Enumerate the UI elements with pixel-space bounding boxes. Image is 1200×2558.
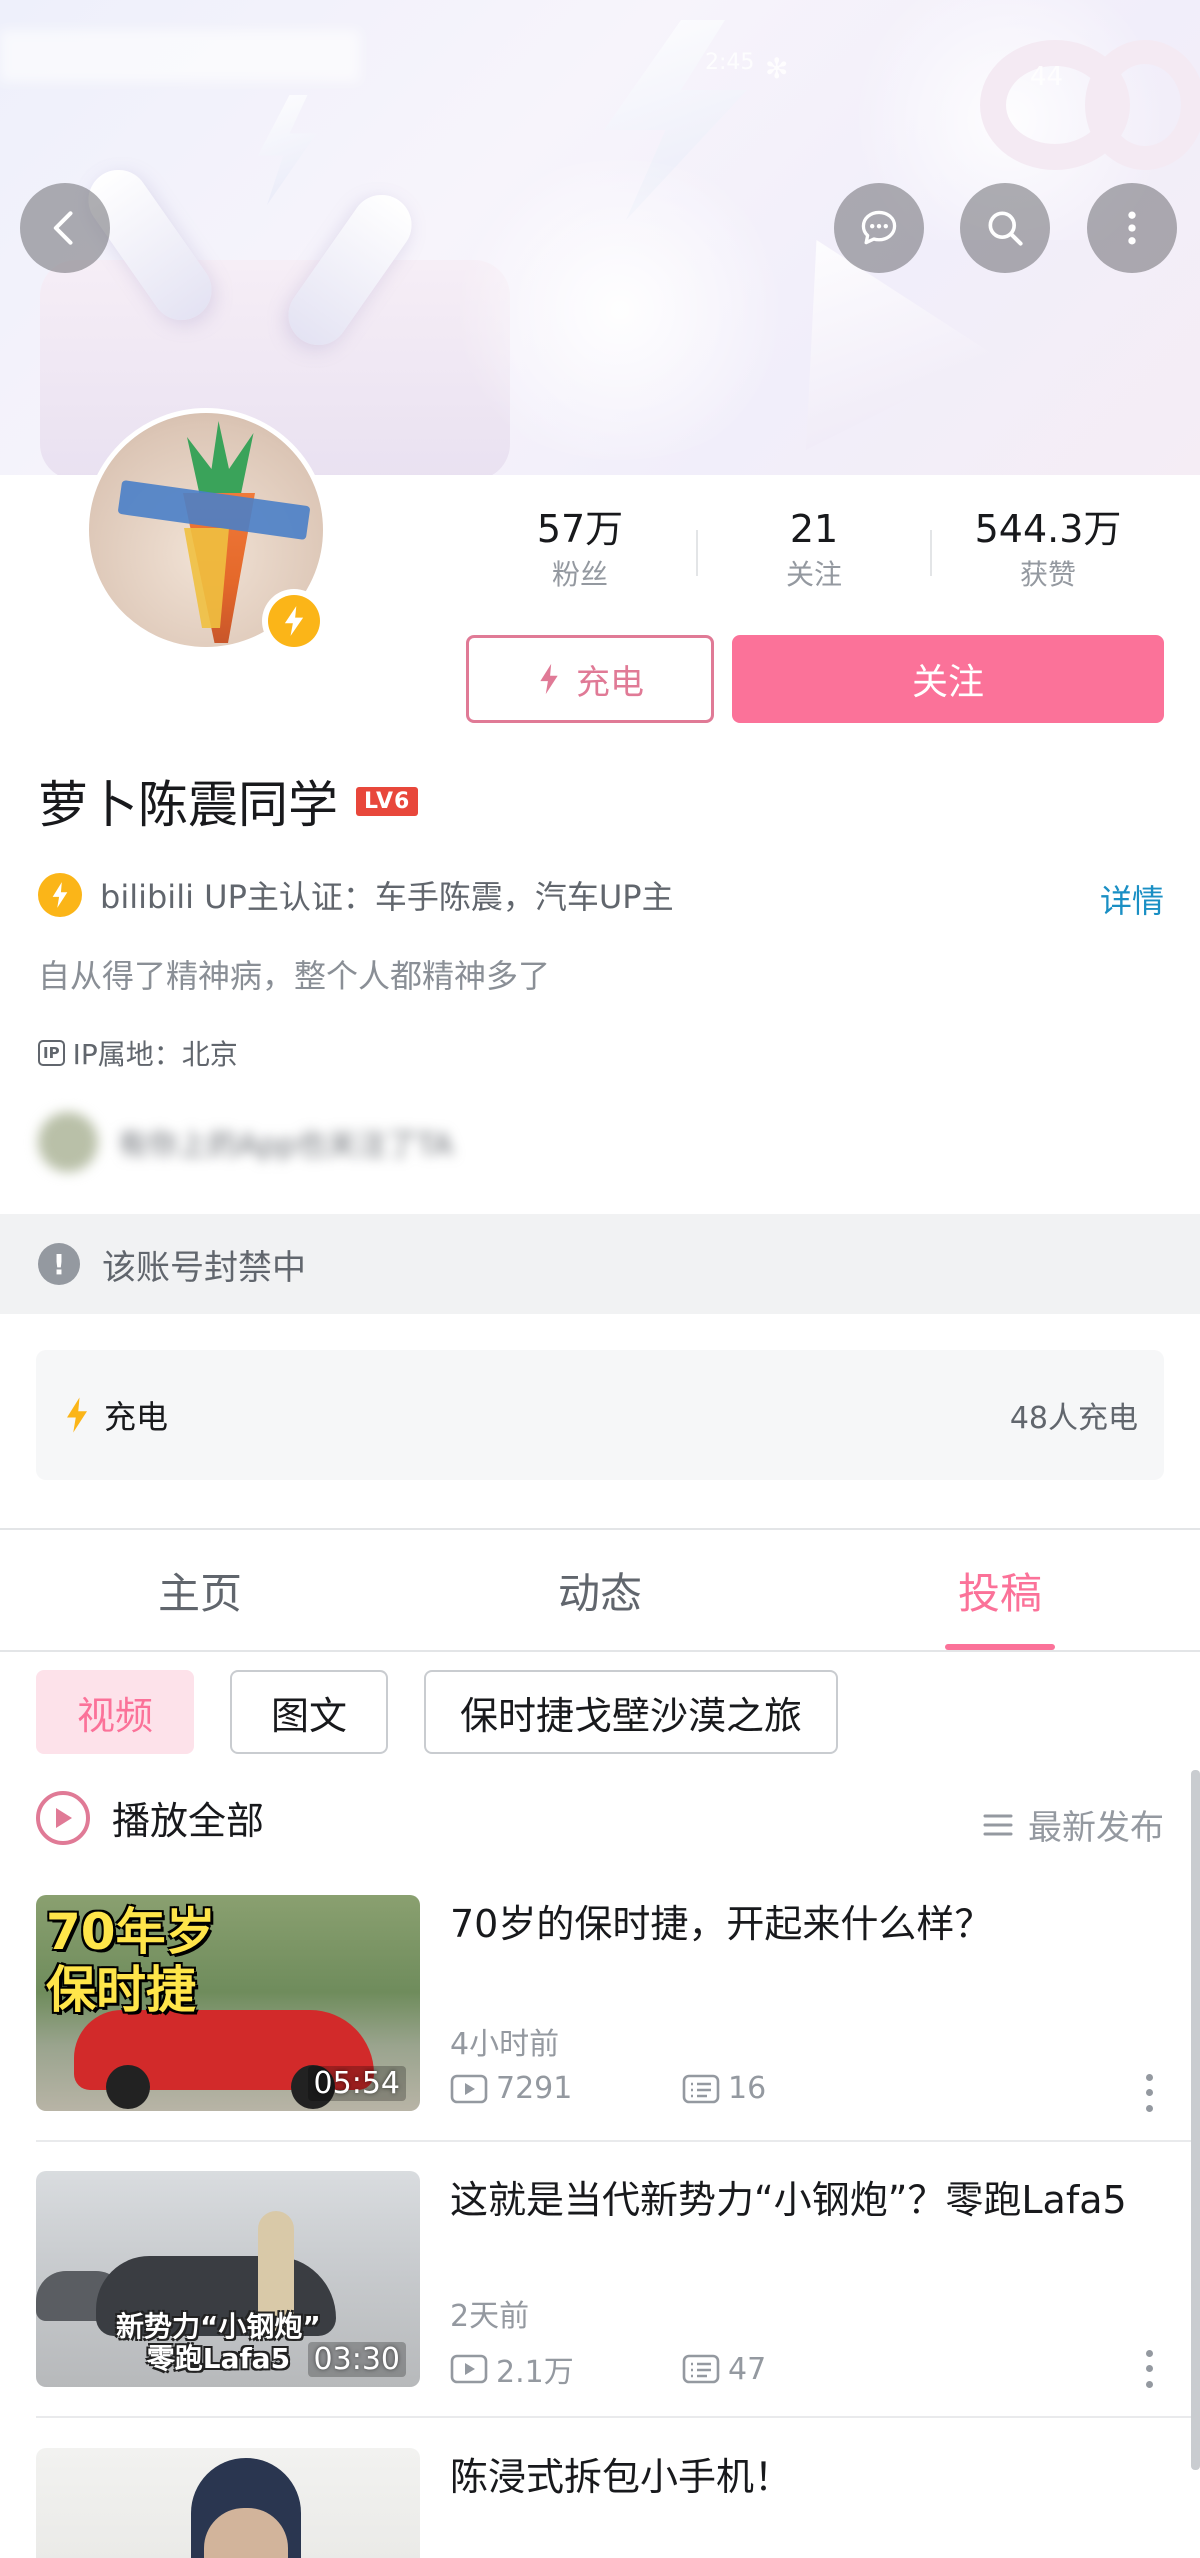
message-icon: [861, 210, 897, 245]
lightning-icon: [67, 1397, 87, 1433]
name-row: 萝卜陈震同学 LV6: [38, 765, 419, 837]
bio-text: 自从得了精神病，整个人都精神多了: [38, 957, 551, 995]
alert-icon: !: [38, 1243, 80, 1285]
play-all-label: 播放全部: [112, 1799, 265, 1843]
video-thumbnail[interactable]: 新势力“小钢炮” 零跑Lafa5 03:30: [36, 2171, 420, 2387]
message-button[interactable]: [834, 183, 924, 273]
more-icon[interactable]: [1134, 2070, 1164, 2116]
mutual-follow-text: 有你上的App也关注了TA: [118, 1128, 454, 1163]
video-stats: 2.1万 47: [450, 2347, 914, 2391]
lightning-icon: [284, 606, 304, 636]
video-title: 陈浸式拆包小手机！: [450, 2455, 793, 2499]
chip-image-text[interactable]: 图文: [230, 1670, 388, 1754]
profile-tabs: 主页 动态 投稿: [0, 1530, 1200, 1650]
verified-icon: [38, 873, 82, 917]
video-time: 2天前: [450, 2299, 530, 2334]
video-title: 这就是当代新势力“小钢炮”？零跑Lafa5: [450, 2178, 1127, 2222]
video-stats: 7291 16: [450, 2071, 914, 2106]
view-count-icon: [450, 2074, 488, 2103]
view-count: 7291: [496, 2071, 573, 2106]
thumbnail-caption: 新势力“小钢炮” 零跑Lafa5: [116, 2310, 321, 2375]
view-count-icon: [450, 2354, 488, 2384]
video-duration: 05:54: [307, 2066, 406, 2101]
charge-button-label: 充电: [576, 662, 644, 703]
stat-following[interactable]: 21 关注: [704, 505, 924, 597]
user-name: 萝卜陈震同学: [38, 776, 338, 834]
chip-collection[interactable]: 保时捷戈壁沙漠之旅: [424, 1670, 839, 1754]
video-title: 70岁的保时捷，开起来什么样？: [450, 1902, 993, 1946]
status-time: 2:45: [705, 50, 755, 75]
play-circle-icon: [36, 1790, 90, 1845]
tab-submissions[interactable]: 投稿: [800, 1530, 1200, 1650]
more-icon[interactable]: [1134, 2346, 1164, 2392]
chip-video[interactable]: 视频: [36, 1670, 194, 1754]
mutual-avatar: [38, 1112, 98, 1172]
video-duration: 03:30: [307, 2342, 406, 2377]
comment-count-icon: [682, 2074, 720, 2103]
follow-button-label: 关注: [911, 662, 984, 703]
sort-button[interactable]: 最新发布: [982, 1800, 1164, 1849]
play-all-button[interactable]: 播放全部: [36, 1790, 264, 1845]
search-button[interactable]: [960, 183, 1050, 273]
stat-likes[interactable]: 544.3万 获赞: [938, 505, 1158, 597]
verification-text: bilibili UP主认证：车手陈震，汽车UP主: [100, 878, 674, 916]
stat-value: 544.3万: [974, 507, 1122, 551]
stat-value: 21: [789, 507, 839, 551]
more-button[interactable]: [1087, 183, 1177, 273]
comment-count-icon: [682, 2354, 720, 2384]
back-icon: [53, 211, 73, 245]
stat-fans[interactable]: 57万 粉丝: [470, 505, 690, 597]
stat-label: 关注: [785, 558, 842, 591]
bluetooth-icon: ✻: [765, 52, 789, 85]
stat-divider: [930, 530, 932, 576]
tab-dynamics[interactable]: 动态: [400, 1530, 800, 1650]
charge-count: 48人充电: [1009, 1401, 1138, 1436]
tab-home[interactable]: 主页: [0, 1530, 400, 1650]
detail-link[interactable]: 详情: [1100, 876, 1164, 922]
charge-card[interactable]: 充电 48人充电: [36, 1350, 1164, 1480]
ip-location-text: IP属地：北京: [72, 1038, 238, 1071]
video-item[interactable]: 陈浸式拆包小手机！: [36, 2448, 1164, 2558]
banned-notice: ! 该账号封禁中: [0, 1214, 1200, 1314]
comment-count: 47: [728, 2351, 767, 2387]
back-button[interactable]: [20, 183, 110, 273]
charge-card-title: 充电: [104, 1398, 169, 1436]
video-thumbnail[interactable]: [36, 2448, 420, 2558]
stat-value: 57万: [536, 507, 624, 551]
divider: [36, 2416, 1200, 2418]
filter-chips: 视频 图文 保时捷戈壁沙漠之旅: [36, 1670, 839, 1754]
ip-icon: IP: [38, 1040, 65, 1066]
follow-button[interactable]: 关注: [732, 635, 1164, 723]
banned-notice-text: 该账号封禁中: [102, 1247, 306, 1288]
stat-label: 粉丝: [551, 558, 608, 591]
ip-location-row: IP IP属地：北京: [38, 1033, 238, 1073]
more-icon: [1128, 211, 1136, 245]
comment-count: 16: [728, 2071, 767, 2106]
level-badge: LV6: [356, 786, 419, 816]
view-count: 2.1万: [496, 2355, 574, 2390]
divider: [36, 2140, 1200, 2142]
verification-row: bilibili UP主认证：车手陈震，汽车UP主: [38, 872, 674, 918]
thumbnail-caption: 70年岁 保时捷: [46, 1903, 216, 2019]
stat-divider: [696, 530, 698, 576]
search-icon: [988, 211, 1023, 246]
stat-label: 获赞: [1019, 558, 1076, 591]
video-item[interactable]: 新势力“小钢炮” 零跑Lafa5 03:30 这就是当代新势力“小钢炮”？零跑La…: [36, 2171, 1164, 2401]
video-time: 4小时前: [450, 2027, 560, 2062]
video-thumbnail[interactable]: 70年岁 保时捷 05:54: [36, 1895, 420, 2111]
charge-button[interactable]: 充电: [466, 635, 714, 723]
sort-list-icon: [983, 1814, 1013, 1835]
charge-badge: [262, 589, 326, 653]
video-item[interactable]: 70年岁 保时捷 05:54 70岁的保时捷，开起来什么样？ 4小时前 7291 …: [36, 1895, 1164, 2125]
mutual-follow-row[interactable]: 有你上的App也关注了TA: [38, 1112, 453, 1172]
scrollbar[interactable]: [1191, 1770, 1200, 2470]
sort-label: 最新发布: [1028, 1808, 1164, 1848]
divider: [0, 1650, 1200, 1652]
lightning-icon: [540, 663, 558, 695]
battery-level: 44: [1030, 62, 1064, 92]
